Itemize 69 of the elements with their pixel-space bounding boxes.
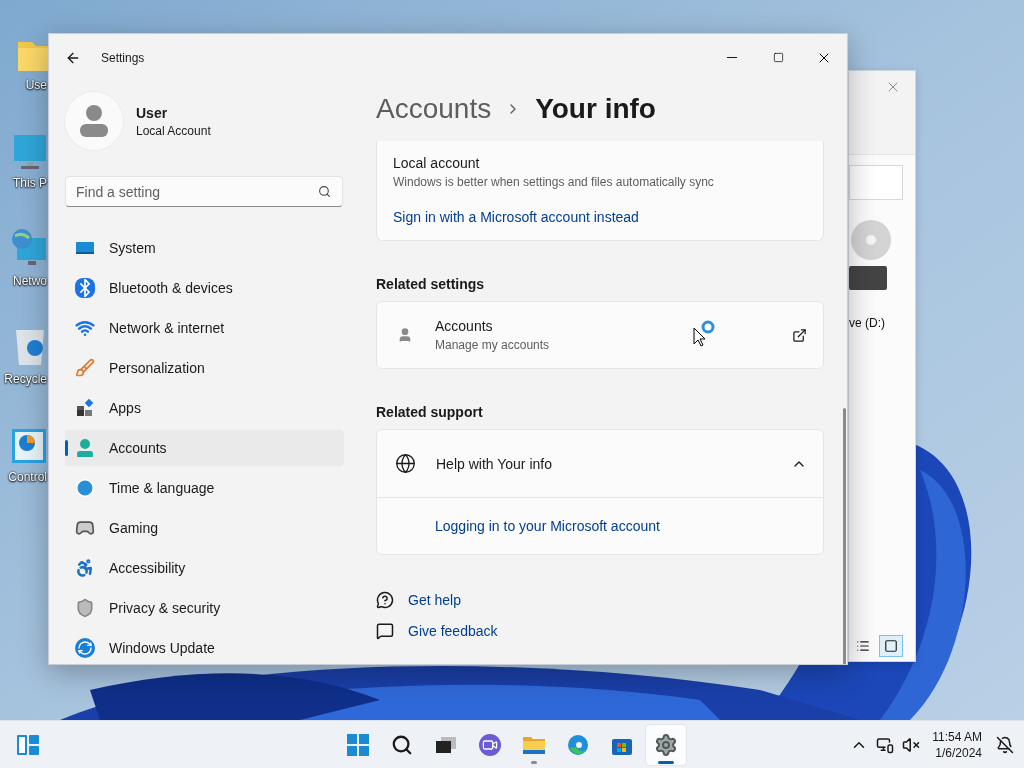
gamepad-icon [75,518,95,538]
help-icon [376,591,394,609]
avatar [65,92,123,150]
view-button[interactable] [879,635,903,657]
settings-link-card[interactable]: Accounts Manage my accounts [376,301,824,369]
nav-item[interactable]: Gaming [65,510,344,546]
expander-header[interactable]: Help with Your info [377,430,823,497]
taskbar-clock[interactable]: 11:54 AM 1/6/2024 [932,728,982,761]
nav-item[interactable]: Bluetooth & devices [65,270,344,306]
monitor-icon [13,134,47,170]
footer-link[interactable]: Get help [408,592,461,608]
minimize-icon [727,57,737,58]
card-title: Accounts [435,318,494,334]
feedback-icon [376,622,394,640]
nav-item[interactable]: Personalization [65,350,344,386]
search-icon [318,185,331,198]
nav-item[interactable]: Privacy & security [65,590,344,626]
monitor-icon [75,240,95,256]
page-title: Your info [535,93,656,125]
person-icon [75,438,95,458]
user-name: User [136,104,169,121]
help-link[interactable]: Logging in to your Microsoft account [435,518,660,534]
square-icon [884,639,898,653]
search-icon [391,733,413,756]
maximize-icon [772,52,784,63]
apps-icon [75,398,95,418]
video-chat-icon [479,733,501,756]
list-icon [856,639,870,653]
nav-item[interactable]: Time & language [65,470,344,506]
person-icon [397,327,413,343]
wifi-icon [75,318,95,338]
nav-item[interactable]: Apps [65,390,344,426]
card-title: Local account [393,155,481,171]
globe-icon [395,453,416,474]
taskbar-app-button[interactable] [646,724,686,765]
external-link-icon [792,327,807,343]
nav-item[interactable]: Network & internet [65,310,344,346]
sign-in-link[interactable]: Sign in with a Microsoft account instead [393,209,639,225]
account-type: Local Account [136,123,211,138]
scrollbar[interactable] [843,408,846,664]
control-panel-icon [11,428,47,464]
card-description: Windows is better when settings and files automatically sync [393,175,715,189]
nav-item[interactable]: Accessibility [65,550,344,586]
nav-item[interactable]: Accounts [65,430,344,466]
widgets-icon [16,733,40,756]
address-field[interactable] [849,165,903,200]
notification-icon[interactable] [996,735,1014,754]
accessibility-icon [75,558,95,578]
volume-muted-icon[interactable] [902,735,921,754]
card-subtitle: Manage my accounts [435,338,550,352]
nav-item[interactable]: Windows Update [65,630,344,664]
section-heading: Related settings [376,276,486,292]
window-title: Settings [101,50,145,65]
search-field[interactable]: Find a setting [65,176,343,207]
windows-logo-icon [347,733,369,756]
refresh-icon [75,638,95,658]
gear-icon [654,732,678,757]
browser-icon [567,733,589,756]
shield-icon [75,598,95,618]
bluetooth-icon [75,278,95,298]
drive-label: ve (D:) [849,316,885,330]
task-view-icon [435,735,457,754]
folder-icon [522,734,546,755]
section-heading: Related support [376,404,484,420]
nav-item[interactable]: System [65,230,344,266]
brush-icon [75,358,95,378]
footer-link[interactable]: Give feedback [408,623,498,639]
breadcrumb-parent[interactable]: Accounts [376,93,492,125]
busy-cursor-icon [693,319,717,347]
